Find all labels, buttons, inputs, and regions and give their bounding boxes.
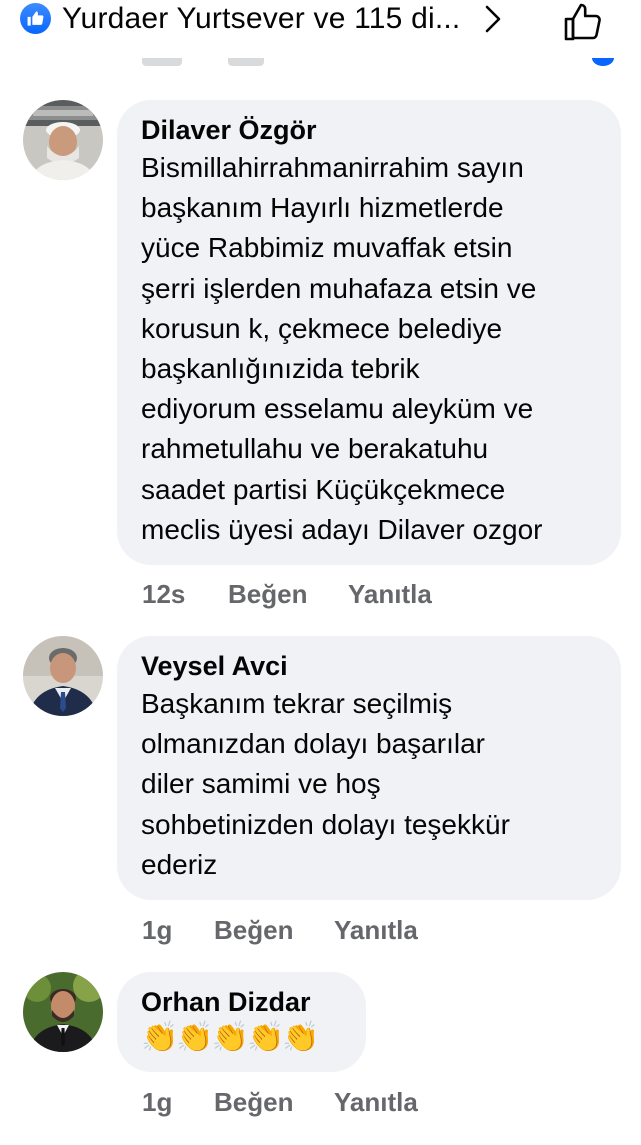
chevron-right-icon[interactable] <box>480 4 506 34</box>
reactors-summary-link[interactable]: Yurdaer Yurtsever ve 115 di... <box>62 2 460 36</box>
comment-author-name[interactable]: Dilaver Özgör <box>141 112 597 148</box>
comment-actions: 1g Beğen Yanıtla <box>142 915 418 946</box>
comment-bubble: Veysel Avci Başkanım tekrar seçilmiş olm… <box>117 636 621 900</box>
previous-comment-cutoff <box>0 58 641 72</box>
reply-button[interactable]: Yanıtla <box>334 1087 418 1118</box>
comment-timestamp[interactable]: 1g <box>142 1087 214 1118</box>
comment-timestamp[interactable]: 1g <box>142 915 214 946</box>
comment-bubble: Orhan Dizdar 👏👏👏👏👏 <box>117 972 366 1072</box>
comment-author-name[interactable]: Orhan Dizdar <box>141 984 342 1020</box>
like-badge-icon <box>20 3 51 34</box>
like-button[interactable]: Beğen <box>214 1087 334 1118</box>
clapping-hands-emoji-row: 👏👏👏👏👏 <box>141 1021 320 1054</box>
comment-timestamp[interactable]: 12s <box>142 579 228 610</box>
comment-bubble: Dilaver Özgör Bismillahirrahmanirrahim s… <box>117 100 621 565</box>
like-button[interactable]: Beğen <box>214 915 334 946</box>
avatar[interactable] <box>23 100 103 180</box>
reply-button[interactable]: Yanıtla <box>334 915 418 946</box>
comment-actions: 1g Beğen Yanıtla <box>142 1087 418 1118</box>
comment-author-name[interactable]: Veysel Avci <box>141 648 597 684</box>
reply-button[interactable]: Yanıtla <box>348 579 432 610</box>
avatar[interactable] <box>23 636 103 716</box>
comment-actions: 12s Beğen Yanıtla <box>142 579 432 610</box>
comment-text: Bismillahirrahmanirrahim sayın başkanım … <box>141 152 543 545</box>
reactions-header: Yurdaer Yurtsever ve 115 di... <box>0 0 641 58</box>
like-button[interactable]: Beğen <box>228 579 348 610</box>
comment-text: Başkanım tekrar seçilmiş olmanızdan dola… <box>141 688 510 880</box>
thumbs-up-outline-icon[interactable] <box>562 0 606 44</box>
avatar[interactable] <box>23 972 103 1052</box>
